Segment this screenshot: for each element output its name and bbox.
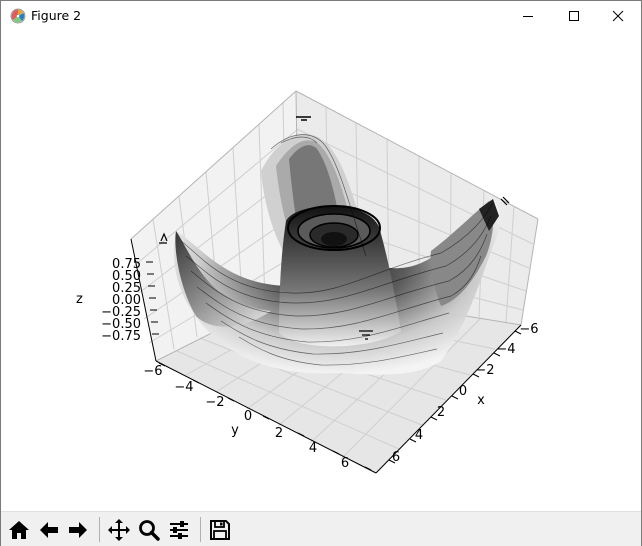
navigation-toolbar (1, 511, 641, 546)
x-tick-label: 6 (392, 450, 400, 465)
back-icon (40, 522, 58, 538)
save-button[interactable] (206, 516, 234, 544)
configure-subplots-button[interactable] (165, 516, 193, 544)
x-tick-label: −4 (496, 342, 515, 357)
y-tick-label: −2 (205, 395, 224, 410)
home-icon (9, 521, 29, 539)
save-icon (210, 520, 230, 540)
maximize-button[interactable] (551, 1, 597, 31)
matplotlib-icon (10, 8, 26, 24)
y-axis-label: y (231, 423, 239, 438)
back-button[interactable] (35, 516, 63, 544)
y-tick-label: 0 (244, 409, 252, 424)
close-icon (612, 10, 624, 22)
z-axis-label: z (76, 292, 83, 307)
zoom-button[interactable] (135, 516, 163, 544)
maximize-icon (569, 11, 579, 21)
minimize-icon (523, 16, 533, 17)
x-tick-label: 2 (437, 405, 445, 420)
configure-subplots-icon (170, 521, 188, 539)
close-button[interactable] (595, 1, 641, 31)
figure-window: Figure 2 0.75 0.50 0.25 0.00 −0.25 −0.50… (0, 0, 642, 546)
forward-icon (69, 522, 87, 538)
minimize-button[interactable] (505, 1, 551, 31)
toolbar-separator (99, 517, 100, 542)
x-tick-label: 0 (459, 384, 467, 399)
x-tick-label: −2 (475, 363, 494, 378)
y-tick-label: 6 (341, 456, 349, 471)
title-bar: Figure 2 (1, 1, 641, 31)
figure-canvas[interactable]: 0.75 0.50 0.25 0.00 −0.25 −0.50 −0.75 z (1, 31, 641, 511)
y-tick-label: 4 (309, 441, 317, 456)
x-tick-label: 4 (415, 428, 423, 443)
z-tick-label: −0.75 (101, 329, 141, 344)
pan-button[interactable] (105, 516, 133, 544)
plot-3d: 0.75 0.50 0.25 0.00 −0.25 −0.50 −0.75 z (76, 90, 539, 474)
x-axis-label: x (477, 393, 485, 408)
y-tick-label: −6 (143, 364, 162, 379)
pan-icon (108, 519, 130, 541)
toolbar-separator (200, 517, 201, 542)
forward-button[interactable] (64, 516, 92, 544)
home-button[interactable] (5, 516, 33, 544)
y-tick-label: −4 (174, 380, 193, 395)
window-title: Figure 2 (31, 8, 82, 23)
zoom-icon (139, 520, 160, 541)
x-tick-label: −6 (519, 322, 538, 337)
y-tick-label: 2 (275, 426, 283, 441)
